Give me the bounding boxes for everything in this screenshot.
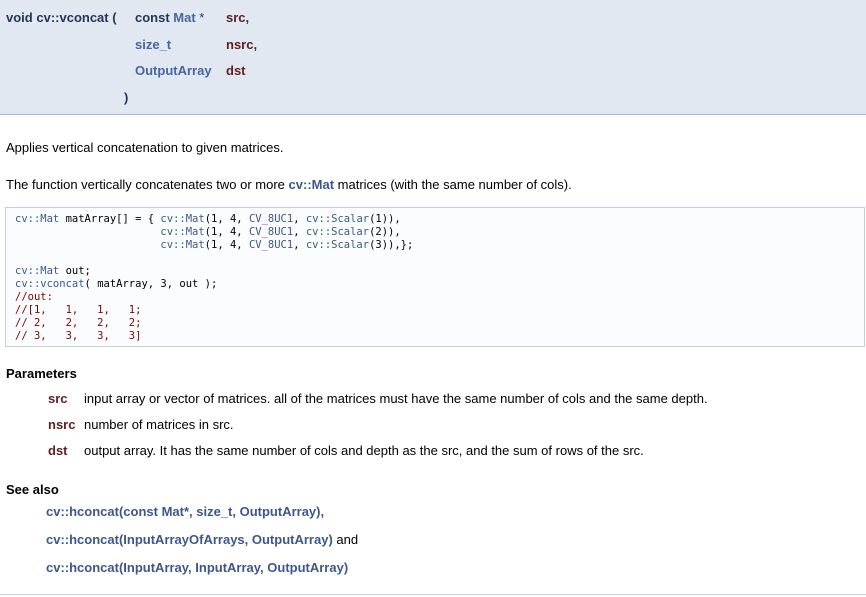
return-type: void bbox=[6, 10, 33, 25]
code-example: cv::Mat matArray[] = { cv::Mat(1, 4, CV_… bbox=[5, 207, 865, 347]
type-link-mat[interactable]: Mat bbox=[173, 10, 195, 25]
code-line: cv::vconcat( matArray, 3, out ); bbox=[15, 278, 218, 290]
mat-link[interactable]: cv::Mat bbox=[289, 177, 335, 192]
see-also-item: cv::hconcat(InputArray, InputArray, Outp… bbox=[46, 560, 348, 575]
code-line: cv::Mat out; bbox=[15, 265, 91, 277]
brief-description: Applies vertical concatenation to given … bbox=[6, 140, 284, 155]
hconcat-link-1[interactable]: cv::hconcat(const Mat*, size_t, OutputAr… bbox=[46, 504, 321, 519]
param-name-src: src, bbox=[226, 10, 250, 25]
code-line: cv::Mat matArray[] = { cv::Mat(1, 4, CV_… bbox=[15, 213, 401, 225]
code-line: // 2, 2, 2, 2; bbox=[15, 317, 142, 329]
parameters-heading: Parameters bbox=[6, 366, 77, 381]
function-name: cv::vconcat bbox=[36, 10, 109, 25]
open-paren: ( bbox=[112, 10, 117, 25]
param-type-nsrc: size_t bbox=[135, 37, 172, 52]
see-also-item: cv::hconcat(InputArrayOfArrays, OutputAr… bbox=[46, 532, 359, 547]
param-name: src bbox=[48, 391, 68, 406]
function-prototype: void cv::vconcat ( const Mat * src, size… bbox=[0, 0, 866, 115]
param-name-nsrc: nsrc, bbox=[226, 37, 258, 52]
param-row-nsrc: nsrc number of matrices in src. bbox=[48, 417, 234, 432]
param-desc: number of matrices in src. bbox=[84, 417, 234, 432]
see-also-item: cv::hconcat(const Mat*, size_t, OutputAr… bbox=[46, 504, 325, 519]
hconcat-link-3[interactable]: cv::hconcat(InputArray, InputArray, Outp… bbox=[46, 560, 348, 575]
param-row-src: src input array or vector of matrices. al… bbox=[48, 391, 708, 406]
code-line: //out: bbox=[15, 291, 53, 303]
code-line: // 3, 3, 3, 3] bbox=[15, 330, 142, 342]
code-line: cv::Mat(1, 4, CV_8UC1, cv::Scalar(3)),}; bbox=[160, 239, 414, 251]
param-name: nsrc bbox=[48, 417, 76, 432]
param-name-dst: dst bbox=[226, 63, 246, 78]
code-line: //[1, 1, 1, 1; bbox=[15, 304, 142, 316]
param-type-src: const Mat * bbox=[135, 10, 205, 25]
close-paren: ) bbox=[124, 90, 129, 105]
param-name: dst bbox=[48, 443, 68, 458]
see-also-heading: See also bbox=[6, 482, 59, 497]
param-desc: output array. It has the same number of … bbox=[84, 443, 644, 458]
param-type-dst: OutputArray bbox=[135, 63, 212, 78]
bottom-divider bbox=[0, 594, 866, 595]
hconcat-link-2[interactable]: cv::hconcat(InputArrayOfArrays, OutputAr… bbox=[46, 532, 333, 547]
prototype-line-1: void cv::vconcat ( bbox=[6, 10, 120, 25]
param-row-dst: dst output array. It has the same number … bbox=[48, 443, 644, 458]
code-line: cv::Mat(1, 4, CV_8UC1, cv::Scalar(2)), bbox=[160, 226, 401, 238]
detail-description: The function vertically concatenates two… bbox=[6, 177, 572, 192]
type-link-outputarray[interactable]: OutputArray bbox=[135, 63, 212, 78]
param-desc: input array or vector of matrices. all o… bbox=[84, 391, 708, 406]
